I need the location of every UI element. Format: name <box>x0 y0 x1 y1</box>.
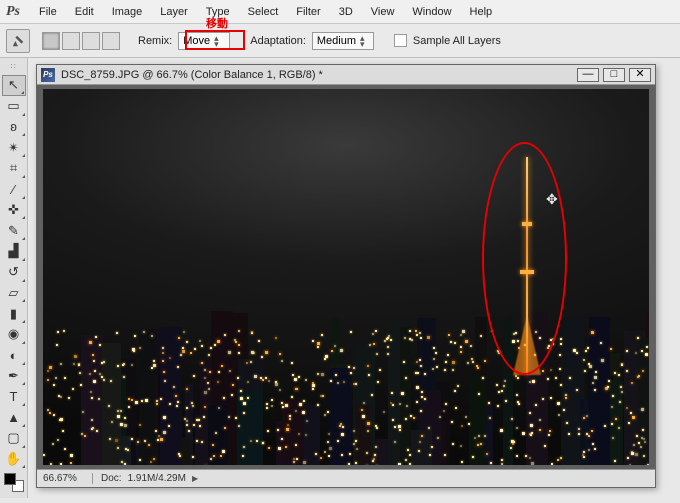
image-content: ✥ <box>43 89 649 465</box>
adaptation-label: Adaptation: <box>250 35 306 47</box>
hand-tool[interactable]: ✋ <box>2 449 26 470</box>
status-bar: 66.67% Doc: 1.91M/4.29M ▶ <box>37 469 655 487</box>
move-tool-icon: ↖ <box>8 77 19 93</box>
lasso-tool-icon: ʚ <box>10 119 17 134</box>
menu-bar: Ps File Edit Image Layer Type Select Fil… <box>0 0 680 24</box>
sample-all-layers-checkbox[interactable] <box>394 34 407 47</box>
menu-filter[interactable]: Filter <box>287 4 329 20</box>
history-brush-tool[interactable]: ↺ <box>2 262 26 283</box>
menu-file[interactable]: File <box>30 4 66 20</box>
menu-select[interactable]: Select <box>239 4 288 20</box>
remix-dropdown[interactable]: Move ▴▾ <box>178 32 230 50</box>
sample-all-layers-label: Sample All Layers <box>413 35 501 47</box>
crop-tool[interactable]: ⌗ <box>2 158 26 179</box>
eyedropper-tool[interactable]: ⁄ <box>2 179 26 200</box>
foreground-background-color[interactable] <box>2 471 26 494</box>
tools-panel: ∷ ↖ ▭ ʚ ✴ ⌗ ⁄ ✜ ✎ ▟ ↺ ▱ ▮ ◉ ◐ ✒ T ▲ ▢ ✋ <box>0 58 28 498</box>
brush-tool-icon: ✎ <box>8 223 19 239</box>
menu-view[interactable]: View <box>362 4 404 20</box>
menu-layer[interactable]: Layer <box>151 4 197 20</box>
maximize-button[interactable]: □ <box>603 68 625 82</box>
hand-tool-icon: ✋ <box>5 451 21 467</box>
brush-tool[interactable]: ✎ <box>2 220 26 241</box>
close-button[interactable]: ✕ <box>629 68 651 82</box>
canvas-area[interactable]: ✥ <box>37 85 655 469</box>
annotation-label: 移動 <box>206 15 228 31</box>
menu-edit[interactable]: Edit <box>66 4 103 20</box>
lasso-tool[interactable]: ʚ <box>2 117 26 138</box>
menu-help[interactable]: Help <box>461 4 502 20</box>
remix-value: Move <box>183 35 210 47</box>
healing-brush-tool-icon: ✜ <box>8 202 19 218</box>
mode-add-selection[interactable] <box>62 32 80 50</box>
path-select-tool-icon: ▲ <box>7 410 20 425</box>
path-select-tool[interactable]: ▲ <box>2 407 26 428</box>
pen-tool-icon: ✒ <box>8 368 19 384</box>
crop-tool-icon: ⌗ <box>10 160 17 176</box>
document-titlebar[interactable]: Ps DSC_8759.JPG @ 66.7% (Color Balance 1… <box>37 65 655 85</box>
ps-document-icon: Ps <box>41 68 55 82</box>
docinfo-label: Doc: <box>101 473 122 484</box>
adaptation-value: Medium <box>317 35 356 47</box>
move-tool[interactable]: ↖ <box>2 75 26 96</box>
menu-window[interactable]: Window <box>403 4 460 20</box>
clone-stamp-tool[interactable]: ▟ <box>2 241 26 262</box>
clone-stamp-tool-icon: ▟ <box>9 243 19 259</box>
type-tool-icon: T <box>10 389 18 404</box>
rectangle-tool[interactable]: ▢ <box>2 428 26 449</box>
dropdown-arrows-icon: ▴▾ <box>360 35 365 47</box>
content-aware-move-cursor-icon: ✥ <box>546 191 558 208</box>
gradient-tool-icon: ▮ <box>10 306 17 322</box>
dropdown-arrows-icon: ▴▾ <box>214 35 219 47</box>
minimize-button[interactable]: — <box>577 68 599 82</box>
app-logo: Ps <box>6 4 20 20</box>
mode-button-group <box>42 32 120 50</box>
panel-grip-icon[interactable]: ∷ <box>10 62 16 71</box>
canvas[interactable]: ✥ <box>43 89 649 465</box>
healing-brush-tool[interactable]: ✜ <box>2 200 26 221</box>
quick-select-tool-icon: ✴ <box>8 140 19 156</box>
blur-tool-icon: ◉ <box>8 326 19 342</box>
eraser-tool[interactable]: ▱ <box>2 283 26 304</box>
rectangle-tool-icon: ▢ <box>7 430 19 446</box>
adaptation-dropdown[interactable]: Medium ▴▾ <box>312 32 374 50</box>
mode-new-selection[interactable] <box>42 32 60 50</box>
docinfo-value: 1.91M/4.29M <box>128 473 186 484</box>
dodge-tool-icon: ◐ <box>10 348 18 363</box>
remix-label: Remix: <box>138 35 172 47</box>
blur-tool[interactable]: ◉ <box>2 324 26 345</box>
mode-subtract-selection[interactable] <box>82 32 100 50</box>
rect-marquee-tool[interactable]: ▭ <box>2 96 26 117</box>
zoom-level-field[interactable]: 66.67% <box>37 473 93 484</box>
rect-marquee-tool-icon: ▭ <box>7 98 19 114</box>
menu-3d[interactable]: 3D <box>330 4 362 20</box>
mode-intersect-selection[interactable] <box>102 32 120 50</box>
foreground-color-swatch[interactable] <box>4 473 16 485</box>
menu-image[interactable]: Image <box>103 4 152 20</box>
pen-tool[interactable]: ✒ <box>2 366 26 387</box>
gradient-tool[interactable]: ▮ <box>2 303 26 324</box>
tokyo-tower <box>516 157 538 375</box>
document-title: DSC_8759.JPG @ 66.7% (Color Balance 1, R… <box>61 69 573 81</box>
history-brush-tool-icon: ↺ <box>8 264 19 280</box>
quick-select-tool[interactable]: ✴ <box>2 137 26 158</box>
type-tool[interactable]: T <box>2 386 26 407</box>
dodge-tool[interactable]: ◐ <box>2 345 26 366</box>
tool-preset-picker[interactable] <box>6 29 30 53</box>
document-window: Ps DSC_8759.JPG @ 66.7% (Color Balance 1… <box>36 64 656 488</box>
options-bar: Remix: Move ▴▾ Adaptation: Medium ▴▾ Sam… <box>0 24 680 58</box>
docinfo-menu-icon[interactable]: ▶ <box>192 474 198 483</box>
eraser-tool-icon: ▱ <box>9 285 19 301</box>
eyedropper-tool-icon: ⁄ <box>12 182 14 197</box>
